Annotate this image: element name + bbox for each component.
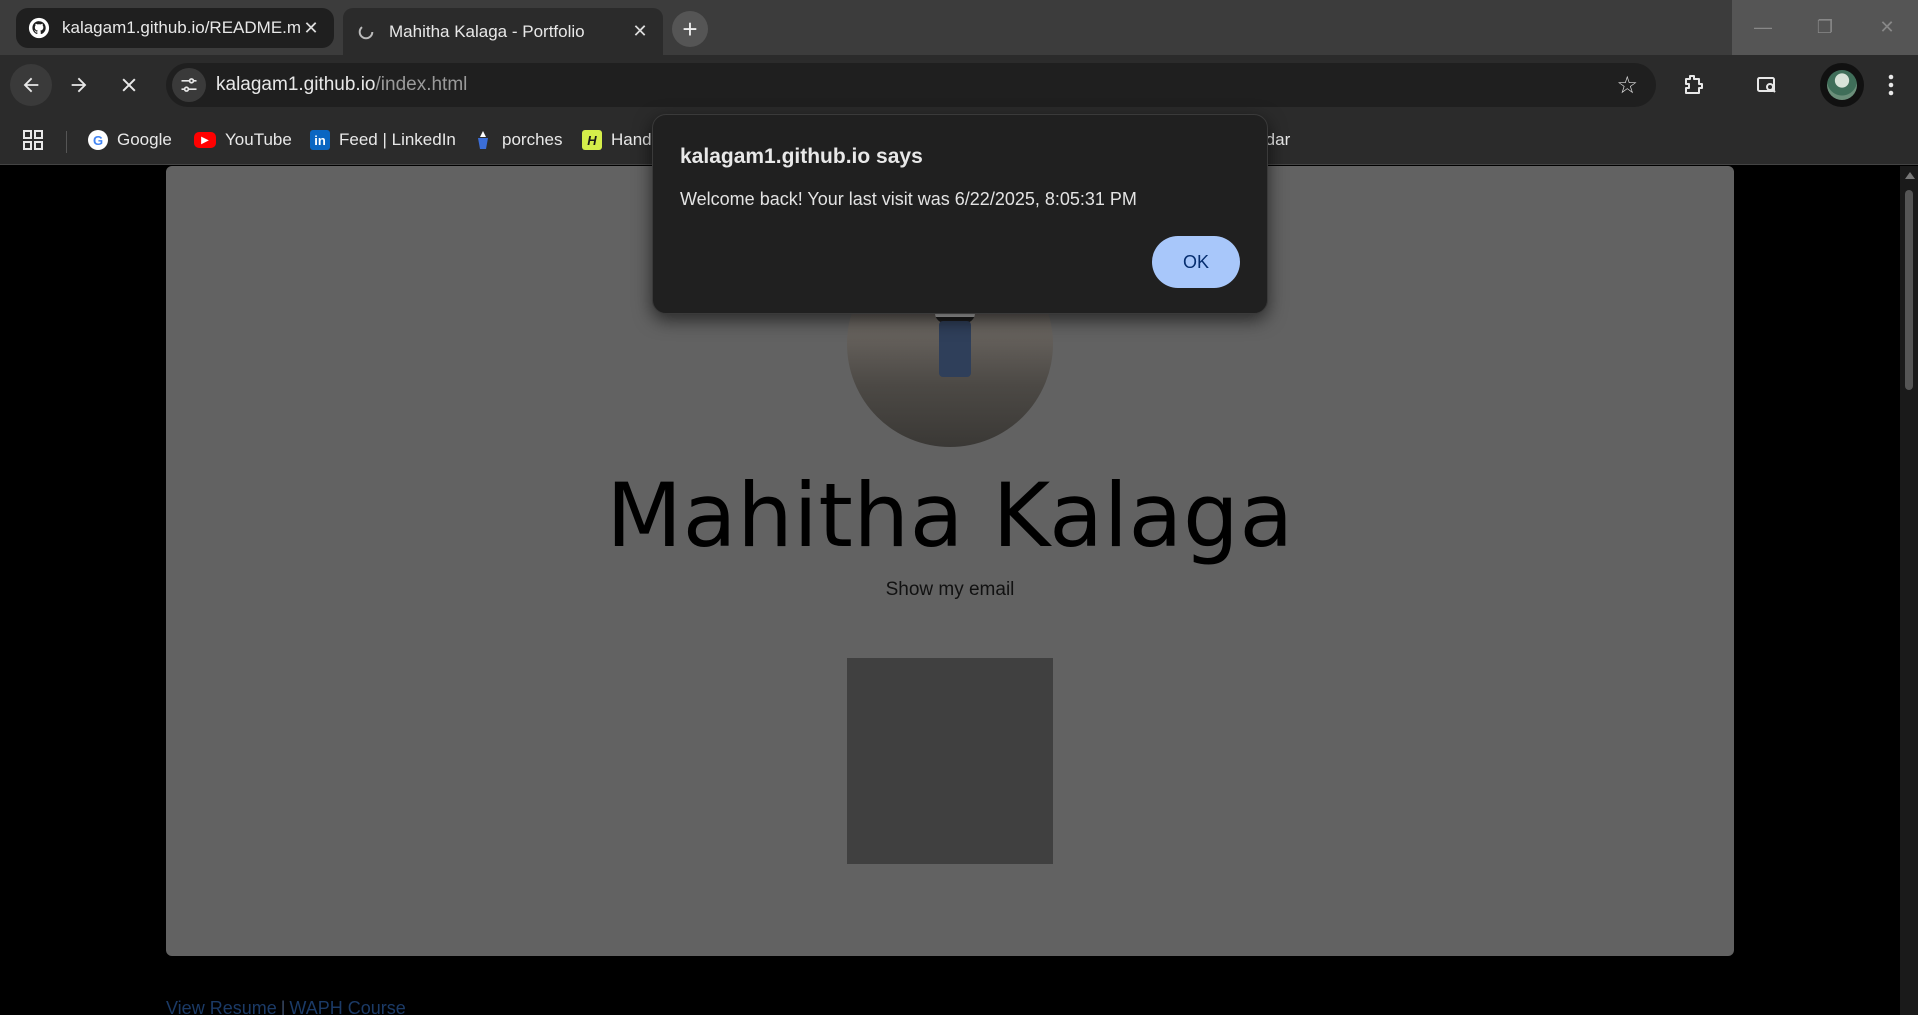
tab-portfolio[interactable]: Mahitha Kalaga - Portfolio ✕ — [343, 8, 663, 55]
google-icon: G — [88, 130, 108, 150]
address-bar[interactable]: kalagam1.github.io/index.html ☆ — [166, 63, 1656, 107]
stop-icon — [122, 78, 136, 92]
bookmark-separator — [66, 131, 67, 153]
browser-toolbar: kalagam1.github.io/index.html ☆ — [0, 55, 1918, 115]
restore-icon[interactable]: ❐ — [1794, 0, 1856, 55]
avatar — [1827, 70, 1857, 100]
dialog-message: Welcome back! Your last visit was 6/22/2… — [680, 189, 1137, 209]
back-button[interactable] — [10, 64, 52, 106]
tab-readme[interactable]: kalagam1.github.io/README.md ✕ — [16, 8, 334, 48]
bookmark-youtube[interactable]: ▶ YouTube — [194, 124, 292, 156]
new-tab-button[interactable]: + — [672, 11, 708, 47]
github-icon — [28, 17, 50, 39]
bookmark-linkedin[interactable]: in Feed | LinkedIn — [310, 124, 456, 156]
bookmark-label: porches — [502, 130, 563, 149]
footer-links: View Resume | WAPH Course — [166, 998, 406, 1015]
tab-title: Mahitha Kalaga - Portfolio — [389, 21, 585, 41]
linkedin-icon: in — [310, 130, 330, 150]
tune-icon — [181, 78, 197, 92]
bookmark-label: YouTube — [225, 130, 292, 149]
apps-grid-icon[interactable] — [22, 124, 44, 156]
image-placeholder — [847, 658, 1053, 864]
close-icon[interactable]: ✕ — [300, 17, 322, 39]
bookmark-label: Hand — [611, 130, 652, 149]
loading-globe-icon — [355, 21, 377, 43]
bookmark-google[interactable]: G Google — [88, 124, 172, 156]
url-path: /index.html — [375, 74, 468, 95]
scroll-up-icon[interactable] — [1905, 172, 1915, 179]
extensions-icon[interactable] — [1676, 68, 1710, 102]
bookmark-handshake[interactable]: H Hand — [582, 124, 652, 156]
handshake-icon: H — [582, 130, 602, 150]
show-email-link[interactable]: Show my email — [166, 579, 1734, 601]
tab-search-icon[interactable] — [1750, 68, 1784, 102]
bookmark-star-icon[interactable]: ☆ — [1616, 71, 1638, 100]
dialog-title: kalagam1.github.io says — [680, 145, 923, 168]
minimize-icon[interactable]: — — [1732, 0, 1794, 55]
window-close-icon[interactable]: ✕ — [1856, 0, 1918, 55]
bookmark-label: Google — [117, 130, 172, 149]
menu-kebab-icon[interactable] — [1874, 68, 1908, 102]
alert-dialog: kalagam1.github.io says Welcome back! Yo… — [652, 114, 1268, 314]
url-text[interactable]: kalagam1.github.io/index.html — [216, 74, 467, 96]
tab-strip: kalagam1.github.io/README.md ✕ Mahitha K… — [0, 0, 1918, 55]
forward-button[interactable] — [58, 64, 100, 106]
url-host: kalagam1.github.io — [216, 74, 376, 95]
youtube-icon: ▶ — [194, 132, 216, 148]
waph-course-link[interactable]: WAPH Course — [289, 998, 405, 1015]
page-scrollbar[interactable] — [1900, 166, 1918, 1015]
view-resume-link[interactable]: View Resume — [166, 998, 277, 1015]
footer-separator: | — [280, 998, 286, 1015]
site-info-button[interactable] — [172, 68, 206, 102]
tab-title: kalagam1.github.io/README.md — [62, 18, 300, 37]
stop-loading-button[interactable] — [108, 64, 150, 106]
arrow-left-icon — [23, 77, 39, 93]
arrow-right-icon — [71, 77, 87, 93]
scrollbar-thumb[interactable] — [1905, 190, 1913, 390]
profile-avatar[interactable] — [1820, 63, 1864, 107]
porches-icon — [473, 130, 493, 150]
close-icon[interactable]: ✕ — [629, 21, 651, 43]
bookmark-label: Feed | LinkedIn — [339, 130, 456, 149]
page-title: Mahitha Kalaga — [606, 464, 1294, 567]
ok-button[interactable]: OK — [1152, 236, 1240, 288]
bookmark-porches[interactable]: porches — [473, 124, 562, 156]
